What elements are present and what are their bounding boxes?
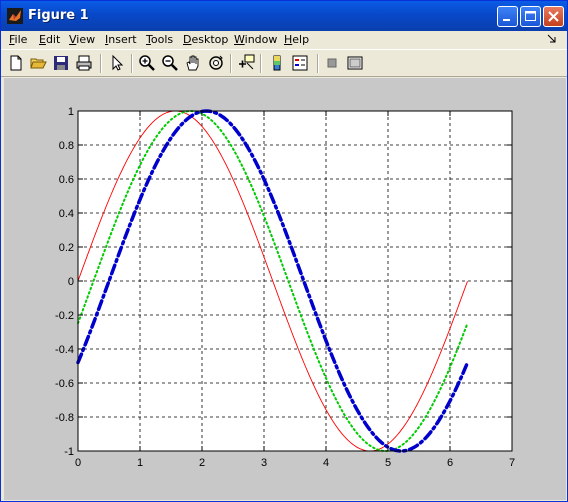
save-icon[interactable]	[52, 54, 70, 72]
figure-canvas: 0 1 2 3 4 5 6 7 1 0.8 0.6 0.4 0.2 0 -0.2 -0.4 -0.6 -0.8 -1	[4, 78, 566, 500]
menu-help[interactable]: Help	[284, 33, 309, 46]
y-tick-label: 1	[68, 106, 74, 118]
window-title: Figure 1	[28, 8, 89, 23]
y-tick-label: -0.6	[55, 378, 74, 390]
menu-tools[interactable]: Tools	[146, 33, 173, 46]
matlab-logo-icon	[7, 8, 23, 24]
pan-hand-icon[interactable]	[184, 54, 202, 72]
y-tick-label: -0.8	[55, 412, 74, 424]
y-tick-label: 0.2	[59, 242, 74, 254]
maximize-icon	[525, 11, 536, 21]
open-file-icon[interactable]	[29, 54, 47, 72]
rotate-3d-icon[interactable]	[207, 54, 225, 72]
y-tick-label: -0.4	[55, 344, 74, 356]
menu-insert[interactable]: Insert	[105, 33, 137, 46]
x-tick-label: 0	[75, 457, 81, 469]
menu-window[interactable]: Window	[234, 33, 277, 46]
maximize-button[interactable]	[520, 6, 541, 27]
x-tick-label: 5	[385, 457, 391, 469]
zoom-in-icon[interactable]	[138, 54, 156, 72]
new-figure-icon[interactable]	[7, 54, 25, 72]
close-icon	[548, 11, 559, 22]
toolbar-separator	[100, 54, 102, 73]
y-tick-label: -0.2	[55, 310, 74, 322]
toolbar-separator	[317, 54, 319, 73]
legend-icon[interactable]	[291, 54, 309, 72]
toolbar-separator	[260, 54, 262, 73]
edit-plot-arrow-icon[interactable]	[108, 54, 126, 72]
figure-window: Figure 1 File Edit View Insert Tools Des…	[0, 0, 568, 502]
colorbar-icon[interactable]	[268, 54, 286, 72]
x-tick-label: 4	[323, 457, 329, 469]
x-tick-label: 1	[137, 457, 143, 469]
show-plot-tools-icon[interactable]	[346, 54, 364, 72]
hide-plot-tools-icon[interactable]	[323, 54, 341, 72]
menu-edit[interactable]: Edit	[39, 33, 60, 46]
y-tick-label: 0.8	[59, 140, 74, 152]
line-chart[interactable]: 0 1 2 3 4 5 6 7 1 0.8 0.6 0.4 0.2 0 -0.2 -0.4 -0.6 -0.8 -1	[4, 78, 566, 500]
menu-desktop[interactable]: Desktop	[183, 33, 228, 46]
menu-view[interactable]: View	[69, 33, 95, 46]
y-tick-label: 0.6	[59, 174, 74, 186]
x-tick-label: 7	[509, 457, 515, 469]
close-button[interactable]	[543, 6, 564, 27]
menu-file[interactable]: File	[9, 33, 27, 46]
title-bar[interactable]: Figure 1	[1, 1, 567, 31]
y-tick-label: 0.4	[59, 208, 74, 220]
y-tick-label: 0	[68, 276, 74, 288]
toolbar	[1, 49, 567, 77]
menu-bar: File Edit View Insert Tools Desktop Wind…	[1, 31, 567, 49]
minimize-button[interactable]	[497, 6, 518, 27]
x-tick-label: 2	[199, 457, 205, 469]
x-tick-label: 6	[447, 457, 453, 469]
toolbar-separator	[230, 54, 232, 73]
toolbar-separator	[131, 54, 133, 73]
x-tick-label: 3	[261, 457, 267, 469]
zoom-out-icon[interactable]	[161, 54, 179, 72]
print-icon[interactable]	[75, 54, 93, 72]
minimize-icon	[503, 19, 510, 21]
y-tick-label: -1	[64, 446, 74, 458]
menu-overflow-arrow-icon[interactable]	[547, 32, 557, 44]
data-cursor-icon[interactable]	[237, 54, 255, 72]
